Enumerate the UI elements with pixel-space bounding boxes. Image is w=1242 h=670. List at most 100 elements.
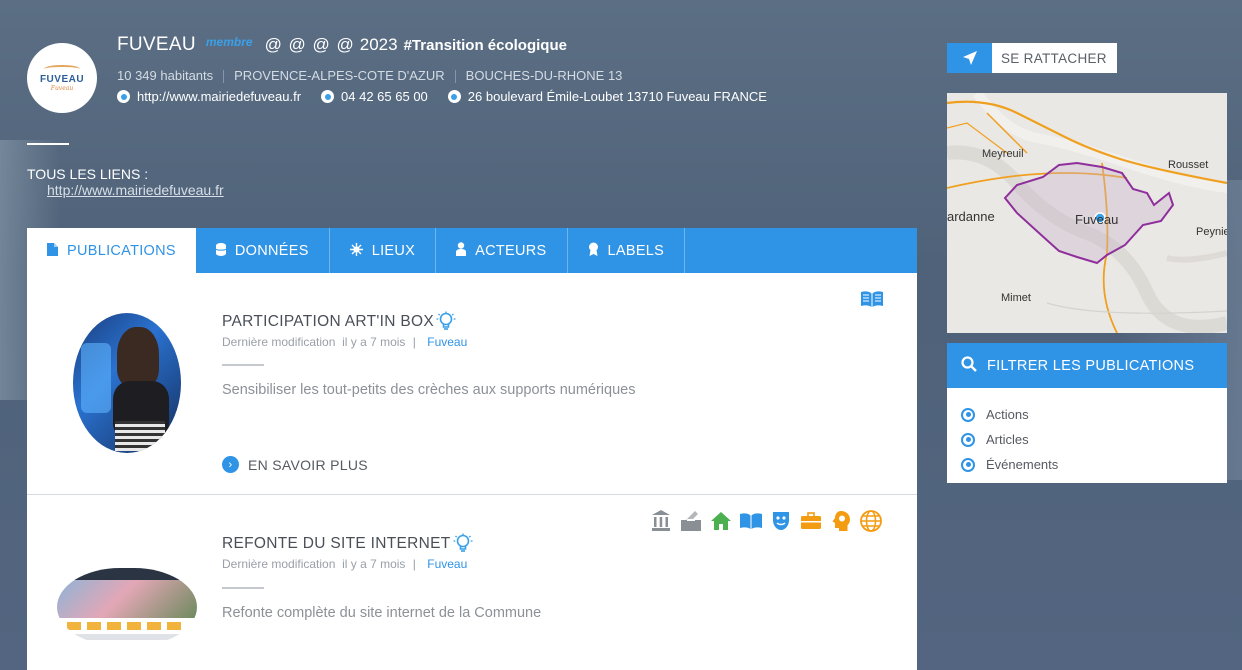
map-label-gardanne: ardanne bbox=[947, 209, 995, 224]
tab-donnees[interactable]: DONNÉES bbox=[196, 228, 330, 273]
publication-title[interactable]: PARTICIPATION ART'IN BOX bbox=[222, 313, 434, 331]
website-item[interactable]: http://www.mairiedefuveau.fr bbox=[117, 89, 301, 104]
tab-label: LABELS bbox=[607, 242, 665, 259]
publication-title-row[interactable]: REFONTE DU SITE INTERNET bbox=[222, 533, 473, 555]
title-row: FUVEAU membre @ @ @ @ 2023 #Transition é… bbox=[117, 33, 567, 57]
divider bbox=[27, 143, 69, 145]
thumb-figure-stripes bbox=[115, 421, 165, 451]
territory-map[interactable]: Meyreuil Rousset ardanne Fuveau Peynie M… bbox=[947, 93, 1227, 333]
user-icon bbox=[456, 242, 467, 259]
meta-time: il y a 7 mois bbox=[342, 335, 406, 349]
publication-divider bbox=[222, 587, 264, 589]
map-label-rousset: Rousset bbox=[1168, 159, 1209, 171]
ballot-box-icon[interactable] bbox=[679, 509, 703, 533]
publication-title-row[interactable]: PARTICIPATION ART'IN BOX bbox=[222, 311, 456, 333]
hashtag[interactable]: #Transition écologique bbox=[404, 37, 567, 54]
database-icon bbox=[215, 242, 227, 259]
radio-icon bbox=[961, 432, 975, 447]
theater-mask-icon[interactable] bbox=[769, 509, 793, 533]
bullet-icon bbox=[321, 90, 335, 103]
book-icon[interactable] bbox=[739, 509, 763, 533]
publication-title[interactable]: REFONTE DU SITE INTERNET bbox=[222, 535, 451, 553]
filter-label: Événements bbox=[986, 457, 1059, 472]
tab-labels[interactable]: LABELS bbox=[568, 228, 686, 273]
city-meta: 10 349 habitants PROVENCE-ALPES-COTE D'A… bbox=[117, 68, 622, 83]
map-label-peynier: Peynie bbox=[1196, 226, 1227, 238]
meta-city-link[interactable]: Fuveau bbox=[427, 335, 467, 349]
category-icons bbox=[649, 509, 883, 533]
home-icon[interactable] bbox=[709, 509, 733, 533]
address: 26 boulevard Émile-Loubet 13710 Fuveau F… bbox=[467, 89, 767, 104]
tab-lieux[interactable]: LIEUX bbox=[330, 228, 437, 273]
map-label-mimet: Mimet bbox=[1001, 292, 1031, 304]
address-item: 26 boulevard Émile-Loubet 13710 Fuveau F… bbox=[447, 89, 767, 104]
tab-publications[interactable]: PUBLICATIONS bbox=[27, 228, 196, 273]
filter-header[interactable]: FILTRER LES PUBLICATIONS bbox=[947, 343, 1227, 388]
tab-bar: PUBLICATIONS DONNÉES LIEUX ACTEURS LABEL… bbox=[27, 228, 917, 273]
attach-label: SE RATTACHER bbox=[1001, 50, 1107, 66]
meta-time: il y a 7 mois bbox=[342, 557, 406, 571]
attach-button[interactable]: SE RATTACHER bbox=[947, 43, 1117, 73]
website-link[interactable]: http://www.mairiedefuveau.fr bbox=[137, 89, 301, 104]
map-label-fuveau: Fuveau bbox=[1075, 212, 1119, 227]
city-logo: FUVEAU Fuveau bbox=[27, 43, 97, 113]
publication-card: PARTICIPATION ART'IN BOX Dernière modifi… bbox=[27, 273, 917, 495]
bullet-icon bbox=[447, 90, 461, 103]
read-more-label: EN SAVOIR PLUS bbox=[248, 456, 368, 473]
filter-item-articles[interactable]: Articles bbox=[961, 427, 1227, 452]
filter-list: Actions Articles Événements bbox=[947, 388, 1227, 477]
phone: 04 42 65 65 00 bbox=[341, 89, 428, 104]
meta-prefix: Dernière modification bbox=[222, 557, 336, 571]
department: BOUCHES-DU-RHONE 13 bbox=[465, 68, 623, 83]
document-icon bbox=[47, 242, 58, 259]
thumb-footer bbox=[67, 634, 187, 640]
filter-label: Articles bbox=[986, 432, 1029, 447]
briefcase-icon[interactable] bbox=[799, 509, 823, 533]
thumb-figure-head bbox=[117, 327, 159, 387]
institution-icon[interactable] bbox=[649, 509, 673, 533]
filter-item-evenements[interactable]: Événements bbox=[961, 452, 1227, 477]
tab-acteurs[interactable]: ACTEURS bbox=[436, 228, 568, 273]
tab-label: ACTEURS bbox=[475, 242, 547, 259]
filter-item-actions[interactable]: Actions bbox=[961, 402, 1227, 427]
lightbulb-icon bbox=[453, 533, 473, 552]
globe-icon[interactable] bbox=[859, 509, 883, 533]
publication-description: Sensibiliser les tout-petits des crèches… bbox=[222, 382, 636, 398]
logo-subtext: Fuveau bbox=[50, 84, 74, 92]
thumb-tiles bbox=[67, 622, 187, 630]
tab-label: PUBLICATIONS bbox=[67, 242, 176, 259]
filter-panel: FILTRER LES PUBLICATIONS Actions Article… bbox=[947, 343, 1227, 483]
meta-separator: | bbox=[412, 335, 416, 349]
filter-title: FILTRER LES PUBLICATIONS bbox=[987, 357, 1195, 374]
year: 2023 bbox=[359, 35, 398, 54]
region: PROVENCE-ALPES-COTE D'AZUR bbox=[234, 68, 445, 83]
meta-separator: | bbox=[412, 557, 416, 571]
location-arrow-icon bbox=[947, 43, 992, 73]
filter-label: Actions bbox=[986, 407, 1029, 422]
logo-text: FUVEAU bbox=[39, 73, 85, 85]
member-badge: membre bbox=[205, 35, 253, 49]
places-icon bbox=[349, 242, 363, 259]
phone-item: 04 42 65 65 00 bbox=[321, 89, 428, 104]
radio-icon bbox=[961, 407, 975, 422]
read-more-link[interactable]: › EN SAVOIR PLUS bbox=[222, 456, 368, 473]
links-title: TOUS LES LIENS : bbox=[27, 166, 149, 182]
publication-description: Refonte complète du site internet de la … bbox=[222, 605, 542, 621]
separator bbox=[454, 70, 456, 83]
chevron-right-icon: › bbox=[222, 456, 239, 473]
thumb-hero bbox=[57, 580, 197, 618]
map-label-meyreuil: Meyreuil bbox=[982, 148, 1024, 160]
open-book-icon bbox=[861, 291, 883, 307]
population: 10 349 habitants bbox=[117, 68, 214, 83]
contact-row: http://www.mairiedefuveau.fr 04 42 65 65… bbox=[117, 89, 787, 104]
links-url[interactable]: http://www.mairiedefuveau.fr bbox=[47, 182, 224, 198]
award-icon bbox=[588, 242, 599, 259]
thumb-glow bbox=[81, 343, 111, 413]
publication-thumbnail[interactable] bbox=[57, 568, 197, 646]
publication-meta: Dernière modification il y a 7 mois | Fu… bbox=[222, 557, 467, 571]
meta-prefix: Dernière modification bbox=[222, 335, 336, 349]
rating-ats: @ @ @ @ bbox=[264, 35, 355, 54]
head-lightbulb-icon[interactable] bbox=[829, 509, 853, 533]
publication-thumbnail[interactable] bbox=[73, 313, 181, 453]
meta-city-link[interactable]: Fuveau bbox=[427, 557, 467, 571]
